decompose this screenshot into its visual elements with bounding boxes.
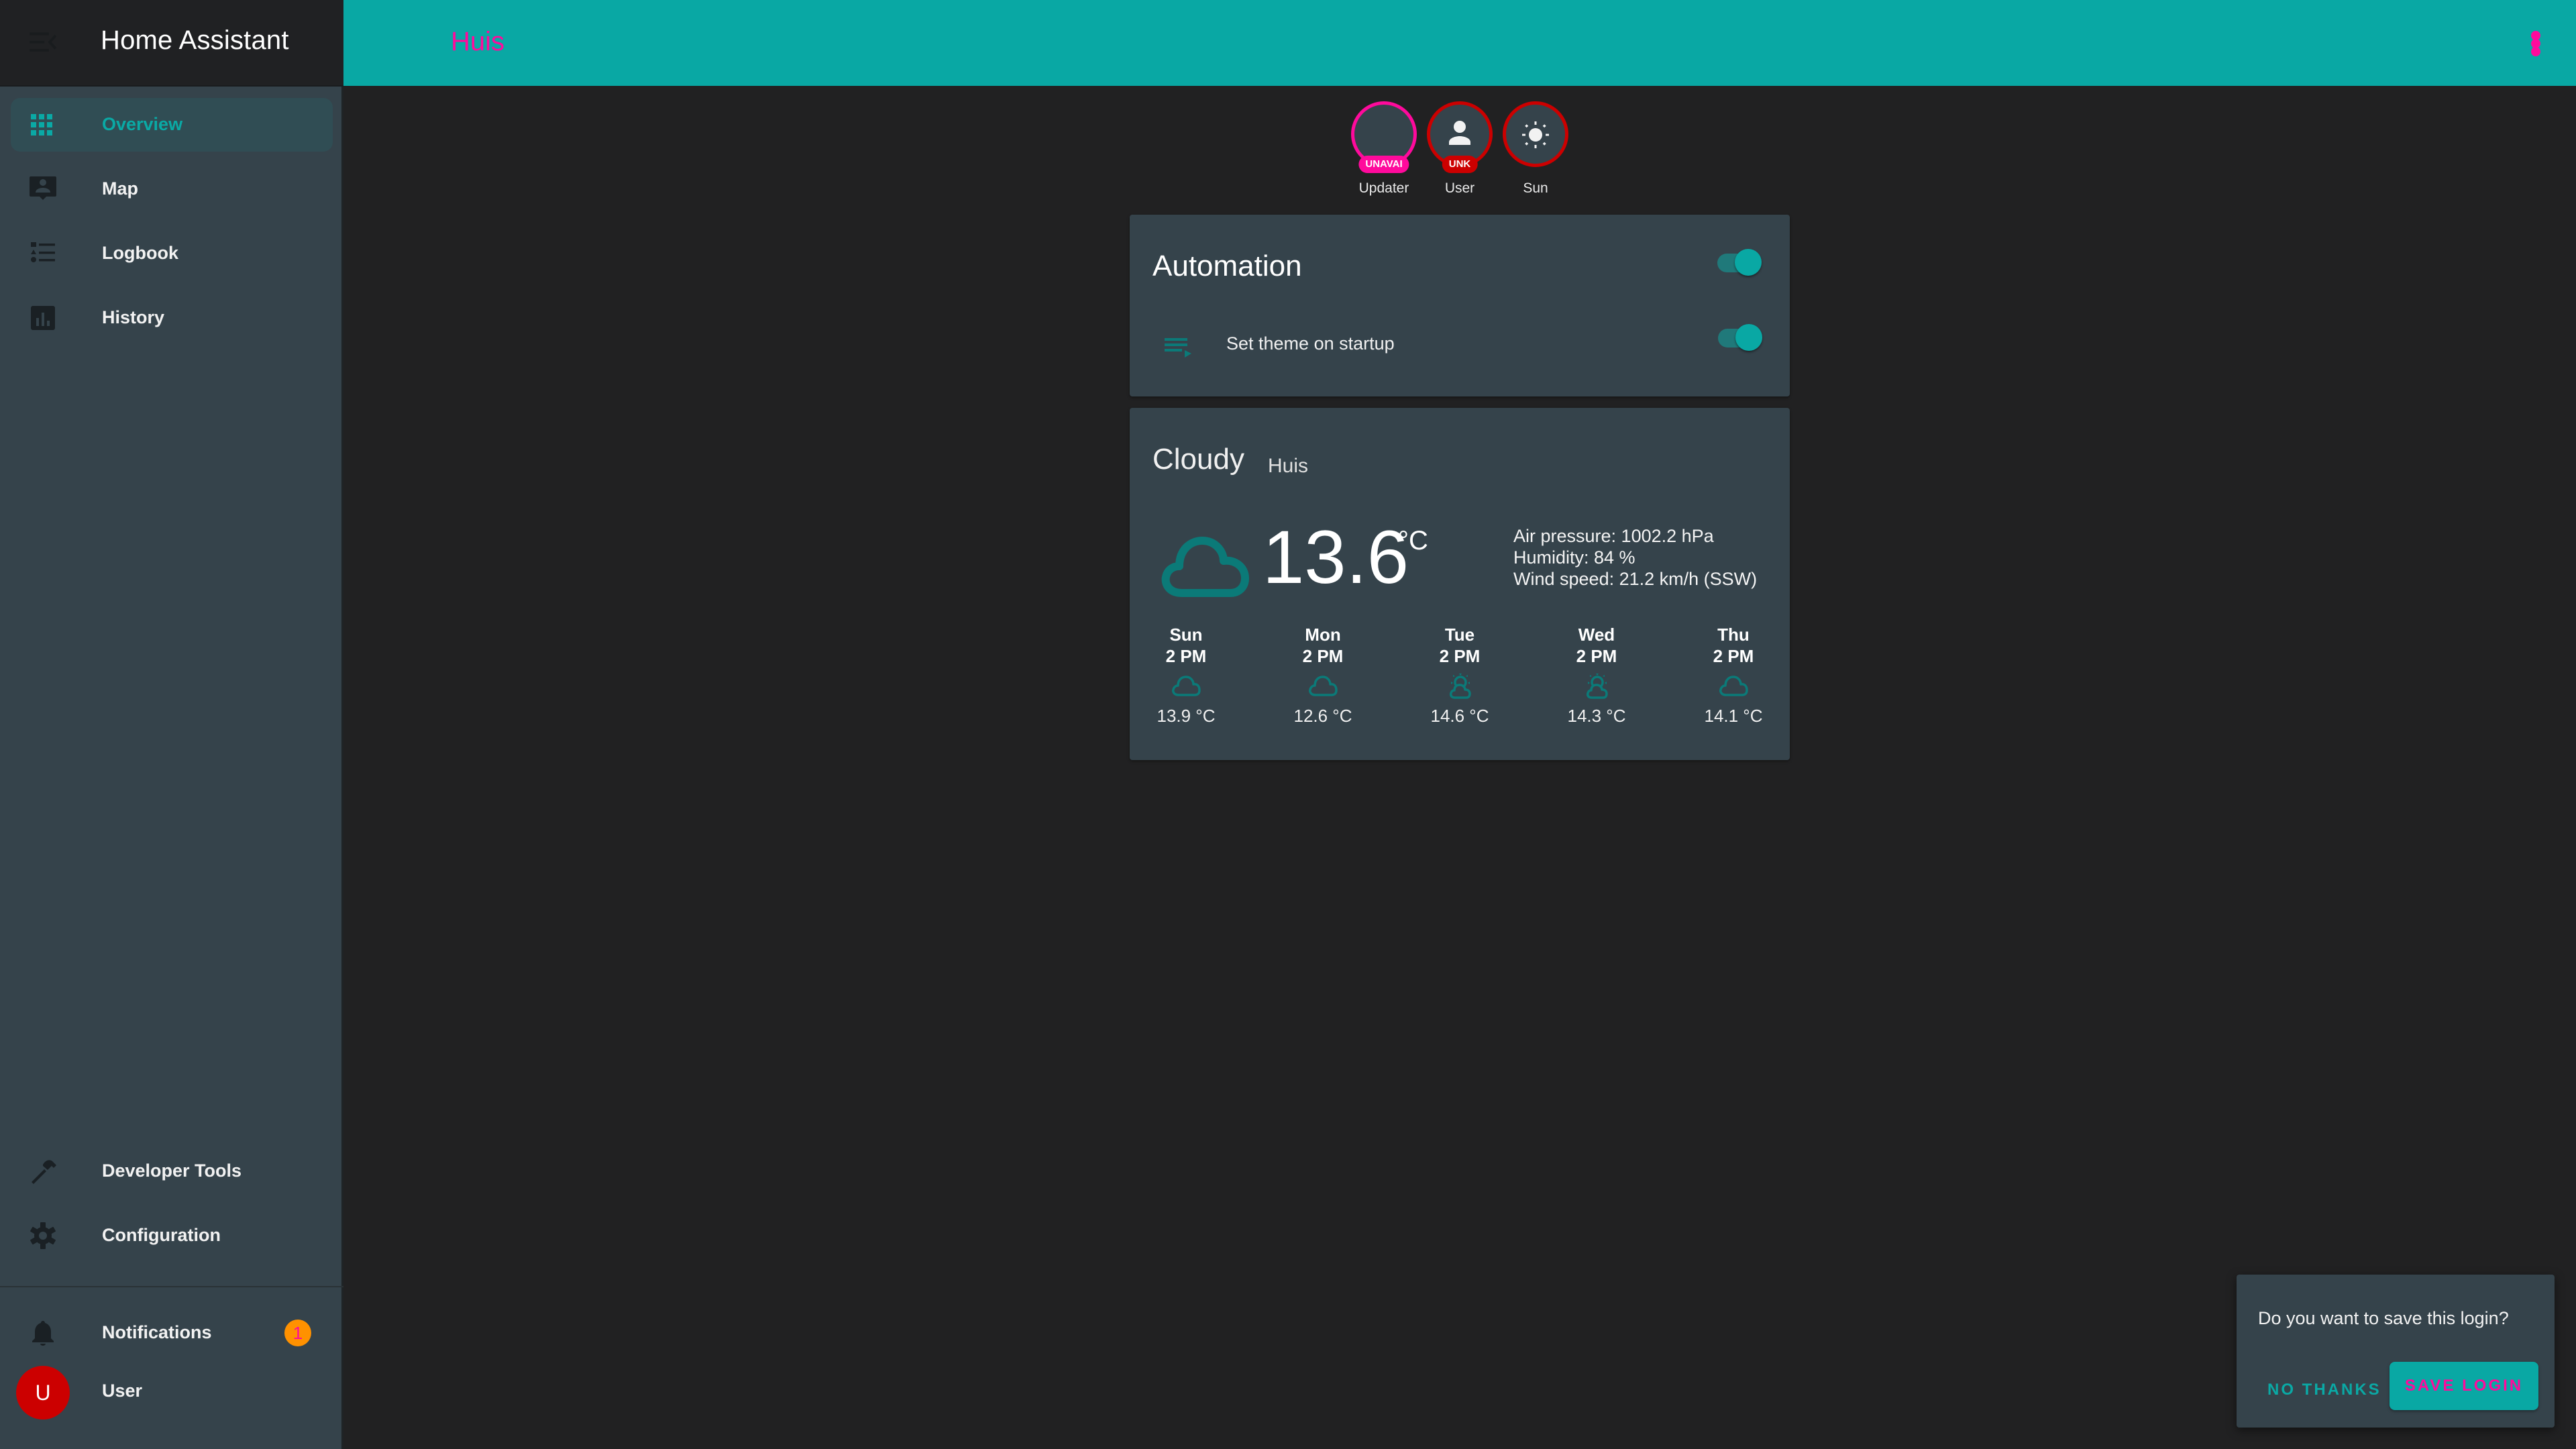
account-icon: [1449, 121, 1470, 145]
sidebar-item-label: Logbook: [102, 243, 178, 263]
forecast-day: Sun 2 PM 13.9 °C: [1139, 624, 1233, 727]
save-login-toast: Do you want to save this login? NO THANK…: [2237, 1275, 2555, 1428]
wind-speed: Wind speed: 21.2 km/h (SSW): [1513, 569, 1758, 589]
badge-name: Sun: [1523, 180, 1548, 196]
sidebar-item-label: Map: [102, 178, 138, 199]
weather-cloudy-icon: [1172, 676, 1201, 696]
forecast-day: Tue 2 PM 14.6 °C: [1413, 624, 1507, 727]
forecast-day: Mon 2 PM 12.6 °C: [1276, 624, 1370, 727]
automation-card: Automation Set theme on startup: [1130, 215, 1790, 396]
hammer-icon: [32, 1160, 56, 1184]
page-title: Huis: [451, 27, 505, 56]
sidebar-item-configuration[interactable]: Configuration: [11, 1209, 333, 1263]
forecast-time: 2 PM: [1439, 646, 1481, 666]
current-temperature: 13.6: [1263, 515, 1409, 599]
badge-state-label: UNK: [1442, 156, 1478, 173]
forecast-day-label: Tue: [1444, 625, 1475, 645]
badge-name: User: [1444, 180, 1475, 196]
forecast-day: Thu 2 PM 14.1 °C: [1686, 624, 1780, 727]
dots-vertical-icon[interactable]: [2529, 31, 2542, 58]
sidebar-item-label: Configuration: [102, 1225, 221, 1245]
view-dashboard-icon: [31, 114, 52, 136]
forecast-time: 2 PM: [1165, 646, 1207, 666]
forecast-day-label: Wed: [1578, 625, 1615, 645]
air-pressure: Air pressure: 1002.2 hPa: [1513, 526, 1714, 546]
forecast-time: 2 PM: [1713, 646, 1754, 666]
badge-state-label: UNAVAI: [1358, 156, 1409, 173]
cog-icon: [30, 1222, 56, 1249]
sidebar-item-user[interactable]: User: [102, 1381, 142, 1401]
sidebar-item-label: Overview: [102, 114, 183, 134]
humidity: Humidity: 84 %: [1513, 547, 1635, 568]
badge-circle: [1503, 101, 1568, 167]
automation-header-toggle[interactable]: [1713, 249, 1767, 276]
sidebar-item-overview[interactable]: Overview: [11, 98, 333, 152]
save-login-button[interactable]: SAVE LOGIN: [2390, 1362, 2538, 1410]
bell-icon: [32, 1321, 54, 1346]
playlist-play-icon: [1165, 338, 1191, 358]
forecast-day-label: Sun: [1169, 625, 1203, 645]
forecast-day-label: Mon: [1305, 625, 1341, 645]
weather-attributes: Air pressure: 1002.2 hPa Humidity: 84 % …: [1513, 525, 1757, 590]
badge-sun[interactable]: Sun: [1502, 101, 1569, 197]
card-title: Automation: [1152, 250, 1302, 282]
sidebar-item-label: Developer Tools: [102, 1161, 242, 1181]
forecast-temperature: 12.6 °C: [1293, 706, 1352, 726]
weather-card[interactable]: Cloudy Huis 13.6 °C Air pressure: 1002.2…: [1130, 408, 1790, 760]
sidebar: Home Assistant Overview Map Logbook Hist…: [0, 0, 343, 1449]
weather-partly-cloudy-icon: [1449, 674, 1471, 699]
top-app-bar: Huis: [343, 0, 2576, 86]
sidebar-item-label: Notifications: [102, 1322, 212, 1342]
weather-cloudy-icon: [1161, 537, 1249, 597]
menu-open-icon[interactable]: [30, 32, 56, 52]
sidebar-item-logbook[interactable]: Logbook: [11, 227, 333, 280]
app-title: Home Assistant: [101, 25, 289, 55]
forecast-temperature: 14.3 °C: [1567, 706, 1626, 726]
set-theme-on-startup-toggle[interactable]: [1714, 324, 1768, 352]
temperature-unit: °C: [1398, 526, 1428, 555]
sun-icon: [1522, 121, 1549, 148]
badge-updater[interactable]: UNAVAI Updater: [1350, 101, 1417, 197]
entity-row-name[interactable]: Set theme on startup: [1226, 333, 1395, 354]
forecast-temperature: 13.9 °C: [1157, 706, 1216, 726]
forecast-time: 2 PM: [1576, 646, 1617, 666]
badge-user[interactable]: UNK User: [1426, 101, 1493, 197]
toggle-knob: [1735, 249, 1762, 276]
weather-cloudy-icon: [1309, 676, 1338, 696]
weather-condition: Cloudy: [1152, 443, 1244, 476]
badge-circle: UNK: [1427, 101, 1493, 173]
sidebar-item-history[interactable]: History: [11, 291, 333, 345]
weather-cloudy-icon: [1719, 676, 1748, 696]
badge-circle: UNAVAI: [1351, 101, 1417, 173]
user-avatar[interactable]: U: [16, 1366, 70, 1419]
forecast: Sun 2 PM 13.9 °C Mon 2 PM 12.6 °C Tue 2 PM 14.6 …: [1130, 624, 1790, 727]
format-list-bulleted-type-icon: [31, 242, 55, 262]
notification-count-badge: 1: [284, 1320, 311, 1346]
weather-partly-cloudy-icon: [1586, 674, 1608, 699]
sidebar-item-developer-tools[interactable]: Developer Tools: [11, 1144, 333, 1198]
toggle-knob: [1735, 324, 1762, 351]
sidebar-item-map[interactable]: Map: [11, 162, 333, 216]
forecast-temperature: 14.6 °C: [1430, 706, 1489, 726]
no-thanks-button[interactable]: NO THANKS: [2267, 1381, 2381, 1399]
chart-box-icon: [31, 306, 55, 330]
toast-message: Do you want to save this login?: [2258, 1308, 2509, 1328]
weather-entity-name: Huis: [1268, 455, 1309, 477]
account-location-icon: [30, 176, 56, 200]
menu-dot: [2531, 47, 2540, 56]
forecast-temperature: 14.1 °C: [1704, 706, 1763, 726]
forecast-day-label: Thu: [1717, 625, 1750, 645]
forecast-time: 2 PM: [1302, 646, 1344, 666]
sidebar-item-label: History: [102, 307, 165, 327]
sidebar-header: Home Assistant: [0, 0, 343, 87]
sidebar-divider: [0, 1286, 343, 1287]
forecast-day: Wed 2 PM 14.3 °C: [1550, 624, 1644, 727]
badge-name: Updater: [1358, 180, 1409, 196]
